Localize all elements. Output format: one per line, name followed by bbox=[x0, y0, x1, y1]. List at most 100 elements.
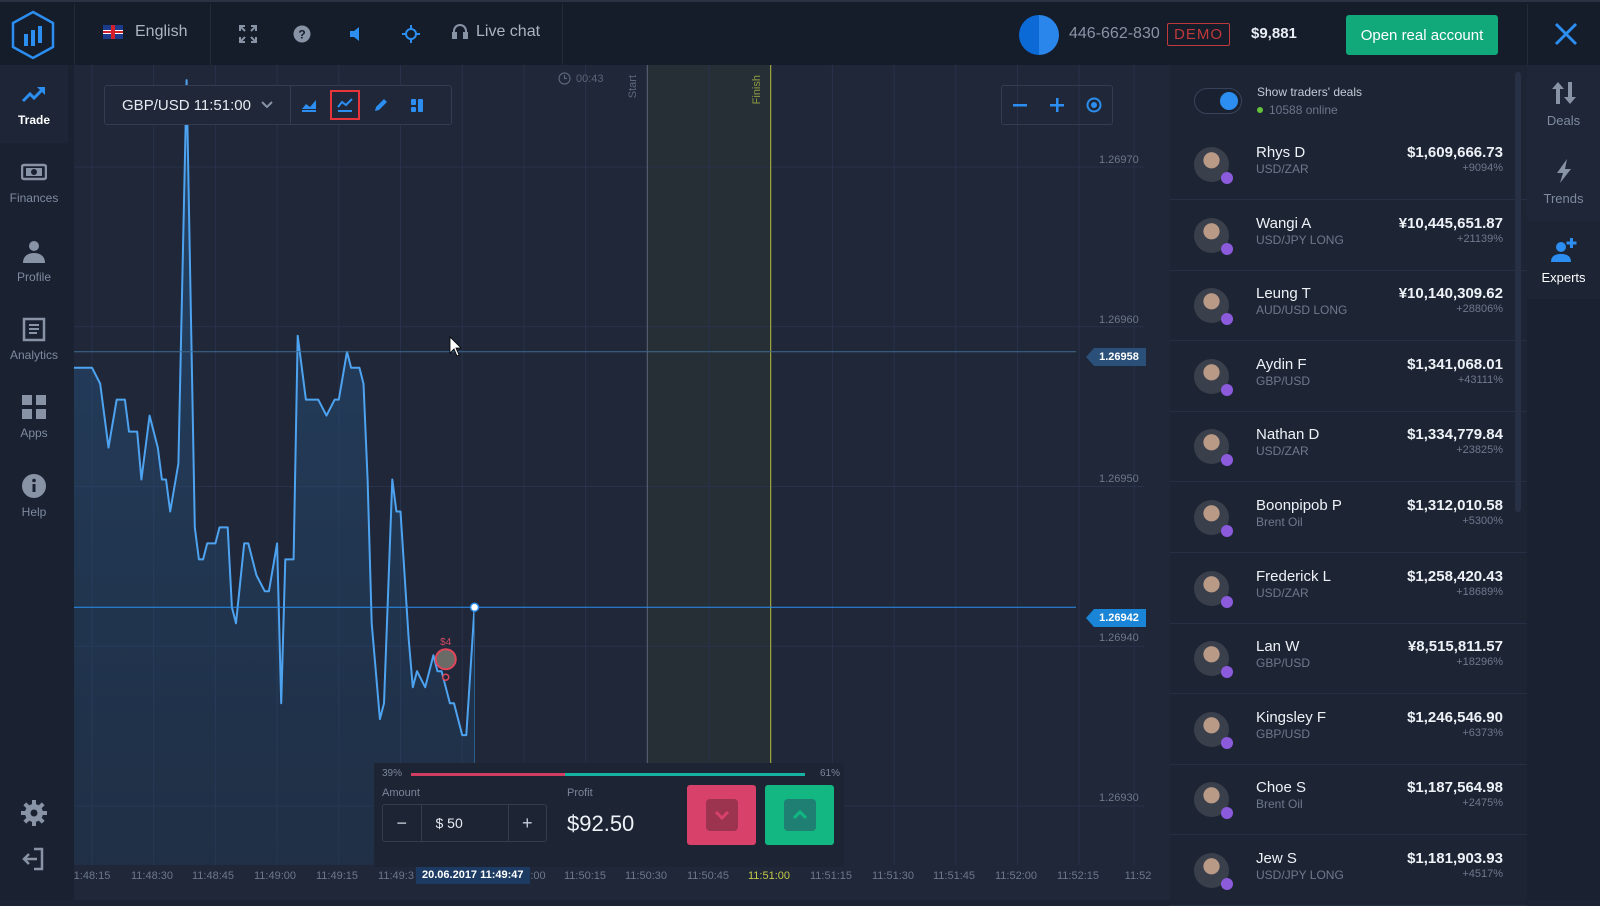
line-chart-icon bbox=[337, 98, 353, 112]
trader-avatar bbox=[1194, 570, 1233, 608]
time-cursor-label: 20.06.2017 11:49:47 bbox=[416, 866, 530, 884]
sidebar-item-trade[interactable]: Trade bbox=[0, 65, 68, 143]
sidebar-item-profile[interactable]: Profile bbox=[0, 222, 68, 300]
time-tick: 11:49:15 bbox=[315, 870, 359, 882]
trader-deal-amount: $4 bbox=[440, 637, 452, 648]
trader-row[interactable]: Rhys D USD/ZAR $1,609,666.73 +9094% bbox=[1170, 129, 1527, 200]
rightnav-item-experts[interactable]: Experts bbox=[1527, 221, 1600, 299]
sidebar-item-finances[interactable]: Finances bbox=[0, 143, 68, 221]
candles-icon bbox=[411, 99, 423, 112]
headset-icon bbox=[452, 24, 468, 39]
amount-label: Amount bbox=[382, 787, 420, 799]
drawing-tool[interactable] bbox=[363, 86, 399, 124]
price-chart[interactable]: $4 GBP/USD 11:51:00 00:43 Start Finish 1… bbox=[74, 65, 1170, 900]
sidebar-item-apps[interactable]: Apps bbox=[0, 378, 68, 456]
trader-avatar bbox=[1194, 853, 1233, 890]
trader-amount: $1,341,068.01 bbox=[1407, 355, 1503, 373]
reference-price-tag: 1.26958 bbox=[1086, 348, 1146, 366]
trader-deal-point bbox=[441, 673, 450, 681]
live-chat-button[interactable]: Live chat bbox=[452, 23, 540, 41]
time-tick: 11:48:45 bbox=[191, 870, 235, 882]
toggle-label: Show traders' deals bbox=[1257, 85, 1363, 99]
trade-panel: 39% 61% Amount − + Profit $92.50 bbox=[374, 763, 844, 867]
trader-avatar bbox=[1194, 711, 1233, 749]
lightning-icon bbox=[1556, 158, 1571, 183]
zoom-out-icon bbox=[1013, 104, 1028, 107]
time-tick: 1:48:15 bbox=[74, 870, 111, 882]
trader-avatar bbox=[1194, 641, 1233, 679]
top-bar: English ? Live chat 446-662-830 DEMO $9,… bbox=[0, 0, 1600, 67]
trader-percent: +5300% bbox=[1462, 515, 1503, 527]
trader-row[interactable]: Frederick L USD/ZAR $1,258,420.43 +18689% bbox=[1170, 553, 1527, 624]
account-avatar[interactable] bbox=[1019, 15, 1059, 55]
logo-icon[interactable] bbox=[10, 10, 56, 60]
area-chart-icon bbox=[302, 100, 316, 112]
trader-amount: $1,609,666.73 bbox=[1407, 144, 1503, 161]
right-nav: Deals Trends Experts bbox=[1527, 65, 1600, 900]
amount-decrease-button[interactable]: − bbox=[383, 805, 421, 841]
trader-row[interactable]: Lan W GBP/USD ¥8,515,811.57 +18296% bbox=[1170, 623, 1527, 695]
document-icon bbox=[22, 317, 46, 342]
trader-name: Lan W bbox=[1256, 638, 1300, 656]
center-chart-button[interactable] bbox=[1079, 90, 1109, 120]
language-selector[interactable]: English bbox=[103, 23, 187, 41]
call-up-button[interactable] bbox=[765, 785, 834, 845]
zoom-in-button[interactable] bbox=[1042, 90, 1072, 120]
time-tick: 11:50:45 bbox=[686, 870, 730, 882]
zoom-out-button[interactable] bbox=[1005, 90, 1035, 120]
mouse-cursor bbox=[449, 336, 462, 357]
settings-gear-icon[interactable] bbox=[20, 799, 48, 827]
time-tick: 11:51:15 bbox=[809, 870, 853, 882]
trader-avatar bbox=[1194, 782, 1233, 820]
put-down-button[interactable] bbox=[687, 785, 756, 845]
account-mode-badge[interactable]: DEMO bbox=[1167, 23, 1230, 46]
trader-row[interactable]: Aydin F GBP/USD $1,341,068.01 +43111% bbox=[1170, 341, 1527, 412]
amount-increase-button[interactable]: + bbox=[509, 805, 547, 841]
sidebar-item-analytics[interactable]: Analytics bbox=[0, 300, 68, 378]
help-icon[interactable]: ? bbox=[292, 24, 312, 44]
experts-scrollbar[interactable] bbox=[1515, 72, 1521, 512]
trader-row[interactable]: Boonpipob P Brent Oil $1,312,010.58 +5300% bbox=[1170, 482, 1527, 553]
trader-amount: $1,181,903.93 bbox=[1407, 850, 1503, 867]
trader-name: Frederick L bbox=[1256, 567, 1332, 585]
trader-avatar bbox=[1194, 147, 1233, 184]
amount-input[interactable] bbox=[420, 805, 509, 841]
candles-tool[interactable] bbox=[399, 86, 435, 124]
trader-row[interactable]: Jew S USD/JPY LONG $1,181,903.93 +4517% bbox=[1170, 835, 1527, 906]
rightnav-item-deals[interactable]: Deals bbox=[1527, 65, 1600, 143]
profit-label: Profit bbox=[567, 787, 593, 799]
area-chart-tool[interactable] bbox=[291, 86, 327, 124]
trader-row[interactable]: Choe S Brent Oil $1,187,564.98 +2475% bbox=[1170, 764, 1527, 836]
online-count-text: 10588 online bbox=[1269, 103, 1338, 117]
trader-percent: +6373% bbox=[1462, 726, 1503, 739]
asset-selector[interactable]: GBP/USD 11:51:00 bbox=[105, 86, 291, 124]
sidebar-item-label: Help bbox=[21, 505, 47, 519]
open-real-account-button[interactable]: Open real account bbox=[1346, 15, 1498, 55]
close-icon[interactable] bbox=[1553, 21, 1579, 47]
show-traders-deals-toggle[interactable] bbox=[1194, 88, 1242, 114]
trader-name: Jew S bbox=[1256, 850, 1297, 867]
rightnav-item-trends[interactable]: Trends bbox=[1527, 143, 1600, 221]
fullscreen-icon[interactable] bbox=[238, 24, 258, 44]
line-chart-tool[interactable] bbox=[327, 86, 363, 124]
crosshair-icon[interactable] bbox=[401, 24, 421, 44]
trader-row[interactable]: Kingsley F GBP/USD $1,246,546.90 +6373% bbox=[1170, 694, 1527, 765]
trader-amount: ¥10,140,309.62 bbox=[1398, 285, 1503, 303]
trader-amount: ¥10,445,651.87 bbox=[1398, 214, 1503, 232]
trader-row[interactable]: Leung T AUD/USD LONG ¥10,140,309.62 +28806% bbox=[1170, 270, 1527, 342]
logout-icon[interactable] bbox=[20, 845, 48, 873]
price-tick: 1.26960 bbox=[1099, 314, 1139, 326]
chevron-down-icon bbox=[261, 101, 273, 109]
trader-row[interactable]: Nathan D USD/ZAR $1,334,779.84 +23825% bbox=[1170, 411, 1527, 483]
finish-label: Finish bbox=[751, 75, 763, 105]
user-icon bbox=[23, 241, 45, 263]
swap-arrows-icon bbox=[1551, 81, 1576, 104]
trader-asset: GBP/USD bbox=[1256, 726, 1311, 741]
sidebar-item-help[interactable]: Help bbox=[0, 457, 68, 535]
trader-avatar bbox=[1194, 500, 1233, 537]
trader-percent: +2475% bbox=[1462, 797, 1503, 810]
account-id: 446-662-830 bbox=[1069, 25, 1160, 42]
rightnav-label: Deals bbox=[1546, 112, 1581, 128]
trader-row[interactable]: Wangi A USD/JPY LONG ¥10,445,651.87 +21139% bbox=[1170, 200, 1527, 271]
sound-icon[interactable] bbox=[346, 24, 366, 44]
